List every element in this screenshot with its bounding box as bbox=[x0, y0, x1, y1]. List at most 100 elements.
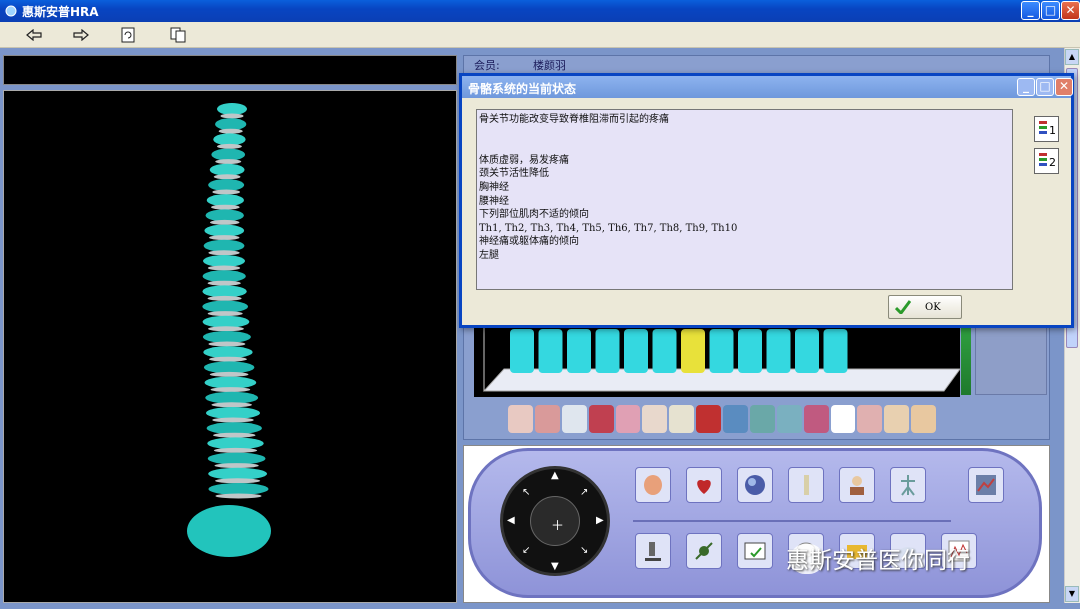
status-line: Th1, Th2, Th3, Th4, Th5, Th6, Th7, Th8, … bbox=[479, 222, 738, 234]
disc bbox=[208, 341, 246, 347]
status-line: 左腿 bbox=[479, 249, 499, 261]
ok-button[interactable]: OK bbox=[888, 295, 962, 319]
vertebra bbox=[203, 346, 253, 359]
vertebra bbox=[205, 209, 244, 222]
vertebra bbox=[202, 315, 250, 328]
rotate-up-right-icon[interactable]: ↗ bbox=[580, 487, 588, 498]
spine-icon[interactable] bbox=[669, 405, 695, 433]
molecule-button[interactable] bbox=[686, 533, 722, 569]
svg-text:2: 2 bbox=[1049, 156, 1056, 169]
spine-button[interactable] bbox=[788, 467, 824, 503]
patient-button[interactable] bbox=[839, 467, 875, 503]
status-line: 体质虚弱，易发疼痛 bbox=[479, 154, 569, 166]
dialog-minimize-button[interactable]: _ bbox=[1017, 78, 1035, 96]
status-line: 神经痛或躯体痛的倾向 bbox=[479, 236, 579, 248]
disc bbox=[211, 204, 240, 210]
dialog-title-bar: 骨骼系统的当前状态 _ □ ✕ bbox=[462, 76, 1073, 98]
rotate-left-icon[interactable]: ◀ bbox=[507, 515, 515, 526]
status-line bbox=[479, 127, 1010, 141]
skeleton-status-dialog: 骨骼系统的当前状态 _ □ ✕ 骨关节功能改变导致脊椎阻滞而引起的疼痛 体质虚弱… bbox=[459, 73, 1074, 328]
nerves-icon[interactable] bbox=[749, 405, 775, 433]
heart-button[interactable] bbox=[686, 467, 722, 503]
body-nerves-button[interactable] bbox=[890, 467, 926, 503]
zoom-in-icon[interactable]: ＋ bbox=[551, 515, 564, 534]
vertebra bbox=[207, 452, 266, 465]
chart-bar bbox=[823, 329, 848, 373]
status-line: 颈关节活性降低 bbox=[479, 168, 549, 180]
blood-cells-icon[interactable] bbox=[588, 405, 614, 433]
refresh-button[interactable] bbox=[116, 25, 140, 45]
disc bbox=[207, 295, 242, 301]
spine-icon bbox=[804, 475, 809, 495]
refresh-icon bbox=[121, 27, 135, 43]
back-button[interactable] bbox=[22, 25, 46, 45]
chart-bar bbox=[510, 329, 534, 373]
disc bbox=[220, 113, 244, 119]
globe-button[interactable] bbox=[737, 467, 773, 503]
window-title: 惠斯安普HRA bbox=[22, 5, 99, 19]
minimize-button[interactable]: _ bbox=[1021, 1, 1040, 20]
vertebra bbox=[202, 300, 248, 313]
rotate-up-left-icon[interactable]: ↖ bbox=[522, 487, 530, 498]
stomach-icon[interactable] bbox=[534, 405, 560, 433]
rotate-down-right-icon[interactable]: ↘ bbox=[580, 545, 588, 556]
vertebra bbox=[211, 148, 246, 161]
cells-icon[interactable] bbox=[615, 405, 641, 433]
rotate-up-icon[interactable]: ▲ bbox=[551, 470, 559, 481]
status-text-area[interactable]: 骨关节功能改变导致脊椎阻滞而引起的疼痛 体质虚弱，易发疼痛 颈关节活性降低 胸神… bbox=[476, 109, 1013, 290]
chart-bar bbox=[595, 329, 620, 373]
vertebra bbox=[204, 376, 257, 389]
disc bbox=[207, 326, 244, 332]
fetus-icon[interactable] bbox=[857, 405, 883, 433]
dialog-maximize-button[interactable]: □ bbox=[1036, 78, 1054, 96]
face-icon[interactable] bbox=[911, 405, 936, 433]
disc bbox=[207, 265, 241, 271]
level-1-button[interactable]: 1 bbox=[1034, 116, 1059, 142]
pelvis bbox=[187, 505, 271, 557]
svg-text:1: 1 bbox=[1049, 124, 1056, 137]
brain-icon bbox=[644, 475, 662, 495]
skin-icon[interactable] bbox=[561, 405, 587, 433]
disc bbox=[209, 371, 249, 377]
status-line bbox=[479, 140, 1010, 154]
chart-bar bbox=[538, 329, 563, 373]
spine-3d-view[interactable] bbox=[3, 90, 457, 603]
rotate-right-icon[interactable]: ▶ bbox=[596, 515, 604, 526]
report-button[interactable] bbox=[737, 533, 773, 569]
vertebra bbox=[215, 118, 247, 131]
window-title-bar: 惠斯安普HRA _ □ ✕ bbox=[0, 0, 1080, 22]
disc bbox=[213, 447, 258, 453]
disc bbox=[215, 493, 262, 499]
heart-icon bbox=[697, 480, 711, 494]
virus-icon[interactable] bbox=[803, 405, 829, 433]
head-icon[interactable] bbox=[884, 405, 910, 433]
doctor-icon[interactable] bbox=[830, 405, 856, 433]
scroll-up-icon[interactable]: ▲ bbox=[1065, 49, 1079, 65]
vertebra bbox=[202, 331, 251, 343]
forward-button[interactable] bbox=[69, 25, 93, 45]
status-line: 骨关节功能改变导致脊椎阻滞而引起的疼痛 bbox=[479, 114, 669, 125]
microscope-button[interactable] bbox=[635, 533, 671, 569]
image-icon bbox=[976, 475, 996, 495]
maximize-button[interactable]: □ bbox=[1041, 1, 1060, 20]
level-2-button[interactable]: 2 bbox=[1034, 148, 1059, 174]
scroll-down-icon[interactable]: ▼ bbox=[1065, 586, 1079, 602]
rotate-down-left-icon[interactable]: ↙ bbox=[522, 545, 530, 556]
close-button[interactable]: ✕ bbox=[1061, 1, 1080, 20]
lymph-icon[interactable] bbox=[642, 405, 668, 433]
disc bbox=[208, 250, 240, 256]
copy-button[interactable] bbox=[166, 25, 190, 45]
disc bbox=[218, 128, 243, 134]
heart-icon[interactable] bbox=[696, 405, 721, 433]
vessels-icon[interactable] bbox=[723, 405, 748, 433]
rotate-down-icon[interactable]: ▼ bbox=[551, 561, 559, 572]
brain-button[interactable] bbox=[635, 467, 671, 503]
disc bbox=[207, 311, 243, 317]
body-icon[interactable] bbox=[776, 405, 802, 433]
chart-bar bbox=[795, 329, 819, 373]
settings-button[interactable] bbox=[968, 467, 1004, 503]
lungs-icon[interactable] bbox=[508, 405, 533, 433]
watermark-text: 惠斯安普医你同行 bbox=[786, 548, 970, 574]
dialog-close-button[interactable]: ✕ bbox=[1055, 78, 1073, 96]
disc bbox=[213, 174, 241, 180]
